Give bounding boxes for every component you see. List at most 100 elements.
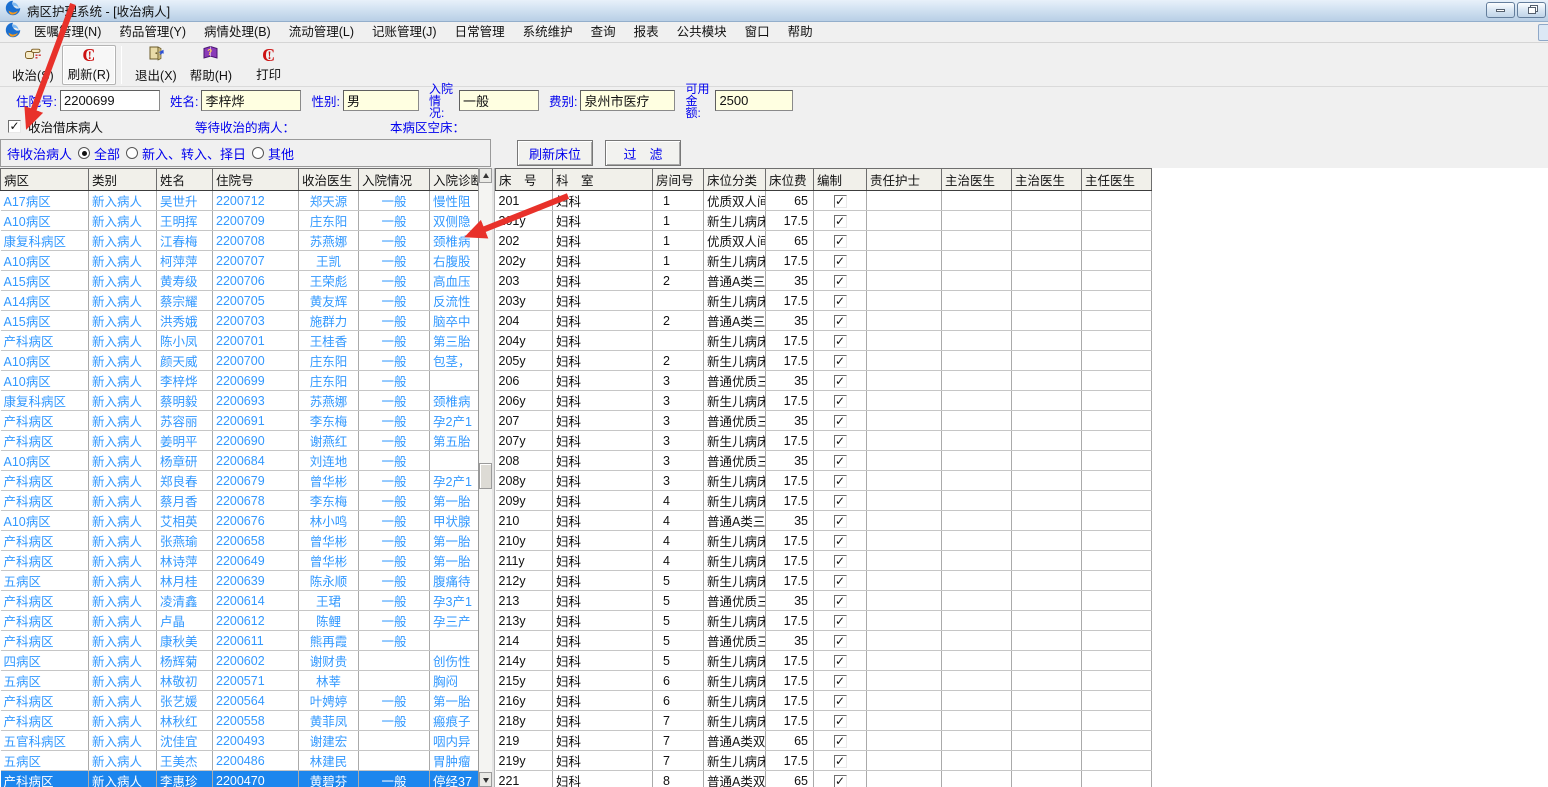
patients-column-header[interactable]: 类别 [88, 168, 157, 191]
bianzhi-checkbox[interactable]: ✓ [833, 634, 847, 648]
scrollbar-thumb[interactable] [479, 463, 492, 489]
bianzhi-checkbox[interactable]: ✓ [833, 714, 847, 728]
beds-column-header[interactable]: 主治医生 [1011, 168, 1082, 191]
restore-button[interactable] [1517, 2, 1546, 18]
patient-row[interactable]: A10病区 新入病人 李梓烨 2200699 庄东阳 一般 [0, 370, 478, 391]
field-input-5[interactable] [715, 90, 794, 111]
bed-row[interactable]: 208y 妇科 3 新生儿病床 17.5 ✓ [495, 470, 1152, 491]
bed-row[interactable]: 206 妇科 3 普通优质三 35 ✓ [495, 370, 1152, 391]
bed-row[interactable]: 219y 妇科 7 新生儿病床 17.5 ✓ [495, 750, 1152, 771]
bianzhi-checkbox[interactable]: ✓ [833, 694, 847, 708]
patient-row[interactable]: 产科病区 新入病人 姜明平 2200690 谢燕红 一般 第五胎 [0, 430, 478, 451]
bianzhi-checkbox[interactable]: ✓ [833, 734, 847, 748]
bianzhi-checkbox[interactable]: ✓ [833, 334, 847, 348]
bianzhi-checkbox[interactable]: ✓ [833, 594, 847, 608]
menu-item-日常管理[interactable]: 日常管理 [446, 22, 514, 42]
patient-row[interactable]: A14病区 新入病人 蔡宗耀 2200705 黄友辉 一般 反流性 [0, 290, 478, 311]
field-input-3[interactable] [458, 90, 539, 111]
bianzhi-checkbox[interactable]: ✓ [833, 314, 847, 328]
patient-row[interactable]: 产科病区 新入病人 林诗萍 2200649 曾华彬 一般 第一胎 [0, 550, 478, 571]
patient-row[interactable]: 康复科病区 新入病人 江春梅 2200708 苏燕娜 一般 颈椎病 [0, 230, 478, 251]
menu-item-报表[interactable]: 报表 [625, 22, 668, 42]
patient-row[interactable]: A10病区 新入病人 柯萍萍 2200707 王凯 一般 右腹股 [0, 250, 478, 271]
bed-row[interactable]: 203y 妇科 新生儿病床 17.5 ✓ [495, 290, 1152, 311]
scroll-down-icon[interactable] [479, 772, 492, 787]
bed-row[interactable]: 202 妇科 1 优质双人间 65 ✓ [495, 230, 1152, 251]
bed-row[interactable]: 213y 妇科 5 新生儿病床 17.5 ✓ [495, 610, 1152, 631]
admit-button[interactable]: 收治(S) [7, 45, 59, 85]
patient-row[interactable]: 产科病区 新入病人 李惠珍 2200470 黄碧芬 一般 停经37 [0, 770, 478, 787]
beds-column-header[interactable]: 主任医生 [1081, 168, 1152, 191]
bianzhi-checkbox[interactable]: ✓ [833, 394, 847, 408]
bed-row[interactable]: 203妇科2普通A类三人35 ✓ [495, 270, 1152, 291]
beds-column-header[interactable]: 床位分类 [703, 168, 766, 191]
bed-row[interactable]: 204y 妇科 新生儿病床 17.5 ✓ [495, 330, 1152, 351]
menu-item-病情处理(B)[interactable]: 病情处理(B) [195, 22, 280, 42]
exit-button[interactable]: 退出(X) [130, 45, 182, 85]
bianzhi-checkbox[interactable]: ✓ [833, 194, 847, 208]
bianzhi-checkbox[interactable]: ✓ [833, 274, 847, 288]
bed-row[interactable]: 202y 妇科 1 新生儿病床 17.5 ✓ [495, 250, 1152, 271]
bed-row[interactable]: 207 妇科 3 普通优质三 35 ✓ [495, 410, 1152, 431]
field-input-1[interactable] [201, 90, 302, 111]
bed-row[interactable]: 209y 妇科 4 新生儿病床 17.5 ✓ [495, 490, 1152, 511]
borrow-bed-checkbox[interactable]: ✓ [8, 120, 21, 133]
menu-item-查询[interactable]: 查询 [582, 22, 625, 42]
patient-row[interactable]: 五病区 新入病人 王美杰 2200486 林建民 胃肿瘤 [0, 750, 478, 771]
patients-column-header[interactable]: 姓名 [156, 168, 213, 191]
bianzhi-checkbox[interactable]: ✓ [833, 574, 847, 588]
menu-item-流动管理(L)[interactable]: 流动管理(L) [280, 22, 363, 42]
menu-item-系统维护[interactable]: 系统维护 [514, 22, 582, 42]
field-input-4[interactable] [580, 90, 676, 111]
bianzhi-checkbox[interactable]: ✓ [833, 294, 847, 308]
patient-row[interactable]: A15病区 新入病人 洪秀娥 2200703 施群力 一般 脑卒中 [0, 310, 478, 331]
minimize-button[interactable] [1486, 2, 1515, 18]
bianzhi-checkbox[interactable]: ✓ [833, 774, 847, 787]
bed-row[interactable]: 211y 妇科 4 新生儿病床 17.5 ✓ [495, 550, 1152, 571]
menu-item-药品管理(Y)[interactable]: 药品管理(Y) [110, 22, 195, 42]
patient-row[interactable]: A15病区 新入病人 黄寿级 2200706 王荣彪 一般 高血压 [0, 270, 478, 291]
patient-row[interactable]: 产科病区 新入病人 郑良春 2200679 曾华彬 一般 孕2产1 [0, 470, 478, 491]
bed-row[interactable]: 201 妇科 1 优质双人间 65 ✓ [495, 190, 1152, 211]
patient-row[interactable]: A10病区 新入病人 杨章研 2200684 刘连地 一般 [0, 450, 478, 471]
bianzhi-checkbox[interactable]: ✓ [833, 494, 847, 508]
patient-row[interactable]: 产科病区 新入病人 陈小凤 2200701 王桂香 一般 第三胎 [0, 330, 478, 351]
beds-column-header[interactable]: 床 号 [495, 168, 553, 191]
bed-row[interactable]: 207y 妇科 3 新生儿病床 17.5 ✓ [495, 430, 1152, 451]
bianzhi-checkbox[interactable]: ✓ [833, 654, 847, 668]
bianzhi-checkbox[interactable]: ✓ [833, 454, 847, 468]
patient-row[interactable]: 产科病区 新入病人 凌清鑫 2200614 王珺 一般 孕3产1 [0, 590, 478, 611]
patient-row[interactable]: 四病区 新入病人 杨辉菊 2200602 谢财贵 创伤性 [0, 650, 478, 671]
bed-row[interactable]: 212y 妇科 5 新生儿病床 17.5 ✓ [495, 570, 1152, 591]
bianzhi-checkbox[interactable]: ✓ [833, 534, 847, 548]
scroll-up-icon[interactable] [479, 168, 492, 183]
menu-item-医嘱管理(N)[interactable]: 医嘱管理(N) [25, 22, 110, 42]
bed-row[interactable]: 214y 妇科 5 新生儿病床 17.5 ✓ [495, 650, 1152, 671]
patients-column-header[interactable]: 病区 [0, 168, 89, 191]
patient-row[interactable]: 产科病区 新入病人 张艺媛 2200564 叶娉婷 一般 第一胎 [0, 690, 478, 711]
menu-item-窗口[interactable]: 窗口 [736, 22, 779, 42]
patients-column-header[interactable]: 住院号 [212, 168, 299, 191]
patients-column-header[interactable]: 入院诊断 [429, 168, 478, 191]
bed-row[interactable]: 216y 妇科 6 新生儿病床 17.5 ✓ [495, 690, 1152, 711]
patient-row[interactable]: 产科病区 新入病人 康秋美 2200611 熊再霞 一般 [0, 630, 478, 651]
bed-row[interactable]: 214 妇科 5 普通优质三 35 ✓ [495, 630, 1152, 651]
patient-row[interactable]: A10病区 新入病人 艾相英 2200676 林小鸣 一般 甲状腺 [0, 510, 478, 531]
bianzhi-checkbox[interactable]: ✓ [833, 354, 847, 368]
refresh-button[interactable]: C! 刷新(R) [61, 44, 117, 85]
patients-column-header[interactable]: 收治医生 [298, 168, 359, 191]
patient-row[interactable]: 产科病区 新入病人 卢晶 2200612 陈鲤 一般 孕三产 [0, 610, 478, 631]
field-input-2[interactable] [342, 90, 419, 111]
bed-row[interactable]: 215y 妇科 6 新生儿病床 17.5 ✓ [495, 670, 1152, 691]
bianzhi-checkbox[interactable]: ✓ [833, 754, 847, 768]
bed-row[interactable]: 219妇科7普通A类双人65 ✓ [495, 730, 1152, 751]
bed-row[interactable]: 210妇科4普通A类三人35 ✓ [495, 510, 1152, 531]
patients-scrollbar[interactable] [478, 168, 492, 787]
child-window-button[interactable] [1538, 24, 1548, 41]
beds-column-header[interactable]: 编制 [813, 168, 867, 191]
patient-row[interactable]: 康复科病区 新入病人 蔡明毅 2200693 苏燕娜 一般 颈椎病 [0, 390, 478, 411]
patient-row[interactable]: 产科病区 新入病人 张燕瑜 2200658 曾华彬 一般 第一胎 [0, 530, 478, 551]
beds-column-header[interactable]: 科 室 [552, 168, 653, 191]
bianzhi-checkbox[interactable]: ✓ [833, 374, 847, 388]
filter-beds-button[interactable]: 过 滤 [605, 140, 681, 166]
